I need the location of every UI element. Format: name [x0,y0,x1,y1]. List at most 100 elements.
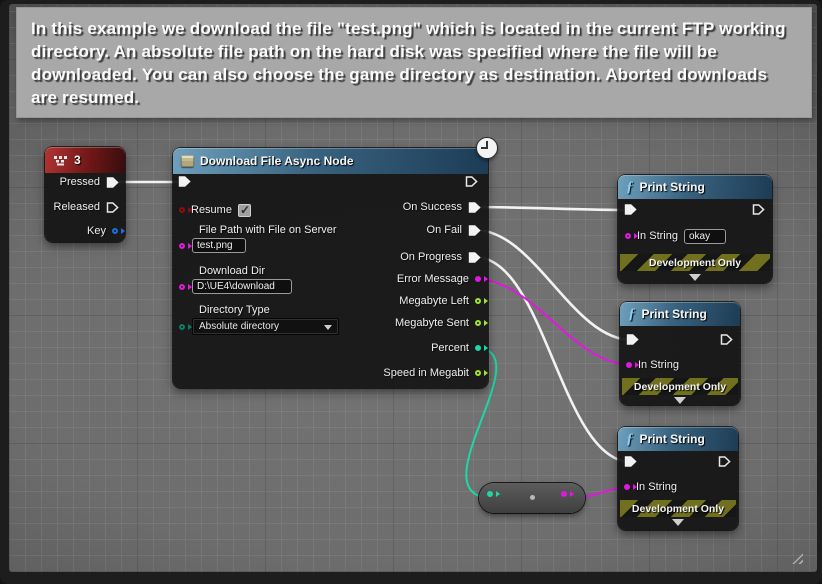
key-label: Key [87,225,106,237]
print2-title: Print String [642,307,707,321]
print-string-node-2[interactable]: ƒ Print String In String Development Onl… [620,302,740,405]
function-icon: ƒ [628,307,636,322]
print1-exec-in-pin[interactable] [624,203,637,216]
print2-exec-in-pin[interactable] [626,333,639,346]
print1-title: Print String [640,180,705,194]
keyboard-icon [53,155,68,166]
resume-bool-pin[interactable] [179,207,185,213]
print3-in-string-row[interactable]: In String [624,479,677,495]
function-icon: ƒ [626,432,634,447]
conversion-in-float-pin[interactable] [487,491,493,497]
print1-exec-out-pin[interactable] [752,203,765,216]
conversion-out-string-pin[interactable] [561,491,567,497]
print3-development-only-text: Development Only [632,503,724,515]
exec-out-pin[interactable] [465,175,478,188]
latent-clock-icon [476,137,498,159]
comment-node[interactable]: In this example we download the file "te… [16,7,812,118]
print1-in-string-label: In String [637,230,678,242]
key-event-node[interactable]: 3 Pressed Released Key [45,147,125,242]
pin-row-on-success[interactable]: On Success [403,199,481,215]
blueprint-canvas[interactable]: In this example we download the file "te… [9,4,817,572]
print1-collapse-arrow-icon[interactable] [689,274,701,281]
print3-collapse-arrow-icon[interactable] [672,519,684,526]
print1-in-string-input[interactable] [684,229,726,244]
pin-row-speed[interactable]: Speed in Megabit [383,365,481,381]
pin-row-percent[interactable]: Percent [431,340,481,356]
pin-row-key[interactable]: Key [87,223,118,239]
print1-in-string-row[interactable]: In String [625,228,726,244]
print1-in-string-pin[interactable] [625,233,631,239]
directory-type-label: Directory Type [179,304,339,316]
print3-development-only-stripe: Development Only [620,500,736,517]
print1-development-only-text: Development Only [649,257,741,269]
directory-type-enum-pin[interactable] [179,324,185,330]
print2-header[interactable]: ƒ Print String [620,302,740,326]
window-resize-grip[interactable] [788,549,803,564]
pin-row-megabyte-left[interactable]: Megabyte Left [399,293,481,309]
key-event-title: 3 [74,153,81,167]
error-message-string-pin[interactable] [475,276,481,282]
print1-header[interactable]: ƒ Print String [618,175,772,199]
download-dir-input[interactable] [192,279,292,294]
on-progress-label: On Progress [400,251,462,263]
key-event-node-header[interactable]: 3 [45,147,125,173]
megabyte-sent-label: Megabyte Sent [395,317,469,329]
pin-row-on-fail[interactable]: On Fail [427,222,481,238]
print2-development-only-text: Development Only [634,381,726,393]
print3-exec-out-pin[interactable] [718,455,731,468]
file-path-label: File Path with File on Server [179,224,337,236]
wire-onsuccess-to-print1 [475,207,629,210]
download-file-async-node[interactable]: Download File Async Node Resume File Pat… [173,148,488,388]
megabyte-left-label: Megabyte Left [399,295,469,307]
on-success-exec-pin[interactable] [468,201,481,214]
download-dir-string-pin[interactable] [179,284,185,290]
percent-label: Percent [431,342,469,354]
released-label: Released [54,201,100,213]
wire-onfail-to-print2 [475,230,632,340]
download-dir-label: Download Dir [179,265,292,277]
print3-exec-in-pin[interactable] [624,455,637,468]
exec-in-pin[interactable] [178,175,191,188]
megabyte-sent-float-pin[interactable] [475,320,481,326]
function-icon: ƒ [626,180,634,195]
pin-row-released[interactable]: Released [54,199,119,215]
directory-type-value: Absolute directory [199,321,279,332]
float-to-string-conversion-node[interactable] [479,483,585,513]
print3-header[interactable]: ƒ Print String [618,427,738,451]
print-string-node-1[interactable]: ƒ Print String In String Development Onl… [618,175,772,283]
pressed-exec-pin[interactable] [106,176,119,189]
print3-in-string-pin[interactable] [624,484,630,490]
print2-in-string-pin[interactable] [626,362,632,368]
file-path-string-pin[interactable] [179,243,185,249]
on-fail-exec-pin[interactable] [468,224,481,237]
pin-row-pressed[interactable]: Pressed [60,174,119,190]
pin-row-megabyte-sent[interactable]: Megabyte Sent [395,315,481,331]
released-exec-pin[interactable] [106,201,119,214]
on-success-label: On Success [403,201,462,213]
megabyte-left-float-pin[interactable] [475,298,481,304]
speed-float-pin[interactable] [475,370,481,376]
print2-exec-out-pin[interactable] [720,333,733,346]
on-progress-exec-pin[interactable] [468,251,481,264]
async-box-icon [181,155,194,167]
print3-title: Print String [640,432,705,446]
key-data-pin[interactable] [112,228,118,234]
resume-label: Resume [191,204,232,216]
print1-development-only-stripe: Development Only [620,254,770,271]
print2-in-string-row[interactable]: In String [626,357,679,373]
pin-row-resume[interactable]: Resume [179,202,251,218]
file-path-input[interactable] [192,238,246,253]
download-node-header[interactable]: Download File Async Node [173,148,488,174]
pin-block-download-dir: Download Dir [179,265,292,294]
on-fail-label: On Fail [427,224,462,236]
print2-collapse-arrow-icon[interactable] [674,397,686,404]
resume-checkbox[interactable] [238,204,251,217]
pressed-label: Pressed [60,176,100,188]
download-node-title: Download File Async Node [200,154,354,168]
directory-type-dropdown[interactable]: Absolute directory [192,318,339,335]
pin-row-error-message[interactable]: Error Message [397,271,481,287]
pin-row-on-progress[interactable]: On Progress [400,249,481,265]
percent-float-pin[interactable] [475,345,481,351]
wire-onprogress-to-print3 [475,257,631,462]
print-string-node-3[interactable]: ƒ Print String In String Development Onl… [618,427,738,530]
